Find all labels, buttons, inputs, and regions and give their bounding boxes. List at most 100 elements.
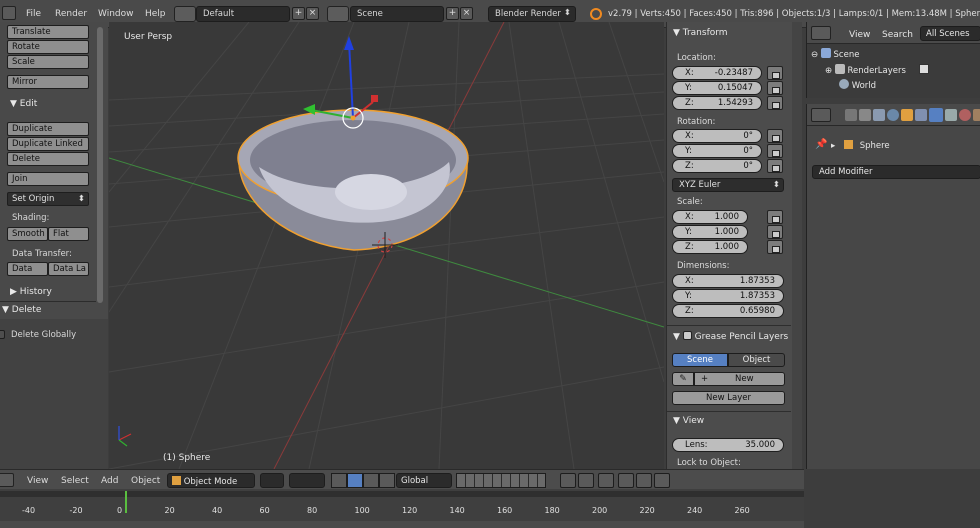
- lock-icon[interactable]: [767, 159, 783, 173]
- smooth-button[interactable]: Smooth: [7, 227, 48, 241]
- menu-file[interactable]: File: [26, 9, 41, 19]
- rotation-mode-select[interactable]: XYZ Euler ⬍: [672, 178, 784, 192]
- outliner-view-menu[interactable]: View: [849, 30, 870, 40]
- remove-scene-button[interactable]: ×: [460, 7, 473, 20]
- add-modifier-select[interactable]: Add Modifier: [812, 165, 980, 179]
- new-grease-pencil-button[interactable]: + New: [694, 372, 785, 386]
- rotate-manipulator-icon[interactable]: [363, 473, 379, 488]
- rotation-z-field[interactable]: Z: 0°: [672, 159, 762, 173]
- collapse-icon[interactable]: ⊖: [811, 50, 818, 60]
- join-button[interactable]: Join: [7, 172, 89, 186]
- tab-scene[interactable]: Scene: [672, 353, 728, 367]
- location-x-field[interactable]: X: -0.23487: [672, 66, 762, 80]
- outliner-world-item[interactable]: World: [839, 79, 876, 91]
- expand-icon[interactable]: ⊕: [825, 66, 832, 76]
- lock-icon[interactable]: [767, 144, 783, 158]
- pivot-point-select[interactable]: [289, 473, 325, 488]
- editor-type-icon[interactable]: [811, 26, 831, 40]
- edit-panel-header[interactable]: ▼ Edit: [10, 99, 37, 109]
- layer-buttons[interactable]: [456, 473, 546, 488]
- camera-icon[interactable]: [918, 64, 929, 74]
- grease-pencil-checkbox[interactable]: [682, 331, 692, 340]
- screen-layout-icon[interactable]: [174, 6, 196, 22]
- lens-field[interactable]: Lens: 35.000: [672, 438, 784, 452]
- opengl-render-icon[interactable]: [654, 473, 670, 488]
- lock-icon[interactable]: [767, 129, 783, 143]
- constraints-tab-icon[interactable]: [915, 109, 927, 121]
- render-engine-select[interactable]: Blender Render ⬍: [488, 6, 576, 22]
- 3d-viewport[interactable]: User Persp (1) Sphere: [109, 22, 664, 469]
- duplicate-button[interactable]: Duplicate: [7, 122, 89, 136]
- translate-button[interactable]: Translate: [7, 25, 89, 39]
- pin-icon[interactable]: 📌: [815, 139, 827, 150]
- right-panel-scrollbar[interactable]: [792, 22, 802, 469]
- delete-operator-header[interactable]: ▼ Delete: [2, 305, 41, 315]
- scale-y-field[interactable]: Y: 1.000: [672, 225, 748, 239]
- proportional-edit-icon[interactable]: [598, 473, 614, 488]
- view-panel-header[interactable]: ▼ View: [673, 416, 704, 426]
- display-mode-select[interactable]: All Scenes: [920, 26, 980, 41]
- scene-field[interactable]: Scene: [350, 6, 444, 22]
- select-menu[interactable]: Select: [61, 476, 89, 486]
- data-tab-icon[interactable]: [945, 109, 957, 121]
- editor-type-icon[interactable]: [811, 108, 831, 122]
- rotation-y-field[interactable]: Y: 0°: [672, 144, 762, 158]
- data-button[interactable]: Data: [7, 262, 48, 276]
- lock-icon[interactable]: [767, 66, 783, 80]
- delete-globally-checkbox[interactable]: [0, 330, 5, 339]
- scale-z-field[interactable]: Z: 1.000: [672, 240, 748, 254]
- screen-layout-field[interactable]: Default: [196, 6, 290, 22]
- snap-element-icon[interactable]: [578, 473, 594, 488]
- location-y-field[interactable]: Y: 0.15047: [672, 81, 762, 95]
- duplicate-linked-button[interactable]: Duplicate Linked: [7, 137, 89, 151]
- render-preview-icon[interactable]: [618, 473, 634, 488]
- add-layout-button[interactable]: +: [292, 7, 305, 20]
- timeline-scrollbar[interactable]: [0, 491, 804, 497]
- render-animation-icon[interactable]: [636, 473, 652, 488]
- tab-object[interactable]: Object: [728, 353, 785, 367]
- lock-icon[interactable]: [767, 81, 783, 95]
- texture-tab-icon[interactable]: [973, 109, 980, 121]
- dimension-y-field[interactable]: Y: 1.87353: [672, 289, 784, 303]
- dimension-z-field[interactable]: Z: 0.65980: [672, 304, 784, 318]
- toolshelf-scrollbar[interactable]: [97, 27, 103, 303]
- flat-button[interactable]: Flat: [48, 227, 89, 241]
- new-layer-button[interactable]: New Layer: [672, 391, 785, 405]
- current-frame-indicator[interactable]: [125, 491, 127, 513]
- outliner-search-menu[interactable]: Search: [882, 30, 913, 40]
- location-z-field[interactable]: Z: 1.54293: [672, 96, 762, 110]
- dimension-x-field[interactable]: X: 1.87353: [672, 274, 784, 288]
- lock-icon[interactable]: [767, 96, 783, 110]
- object-tab-icon[interactable]: [901, 109, 913, 121]
- lock-icon[interactable]: [767, 240, 783, 254]
- modifiers-tab-icon[interactable]: [929, 108, 943, 122]
- viewport-shading-select[interactable]: [260, 473, 284, 488]
- render-tab-icon[interactable]: [845, 109, 857, 121]
- rotation-x-field[interactable]: X: 0°: [672, 129, 762, 143]
- scale-button[interactable]: Scale: [7, 55, 89, 69]
- grease-pencil-panel-header[interactable]: ▼ Grease Pencil Layers: [673, 331, 788, 342]
- editor-type-icon[interactable]: [2, 6, 16, 20]
- translate-manipulator-icon[interactable]: [347, 473, 363, 488]
- transform-panel-header[interactable]: ▼ Transform: [673, 28, 728, 38]
- material-tab-icon[interactable]: [959, 109, 971, 121]
- delete-button[interactable]: Delete: [7, 152, 89, 166]
- grease-pencil-icon[interactable]: ✎: [672, 372, 694, 386]
- menu-render[interactable]: Render: [55, 9, 87, 19]
- render-layers-tab-icon[interactable]: [859, 109, 871, 121]
- outliner-renderlayers-item[interactable]: ⊕ RenderLayers: [825, 64, 929, 76]
- add-scene-button[interactable]: +: [446, 7, 459, 20]
- lock-icon[interactable]: [767, 225, 783, 239]
- set-origin-select[interactable]: Set Origin ⬍: [7, 192, 89, 206]
- scale-manipulator-icon[interactable]: [379, 473, 395, 488]
- manipulator-toggle-icon[interactable]: [331, 473, 347, 488]
- timeline[interactable]: -40 -20 0 20 40 60 80 100 120 140 160 180 200 220 240 2…: [0, 489, 804, 528]
- scene-icon[interactable]: [327, 6, 349, 22]
- remove-layout-button[interactable]: ×: [306, 7, 319, 20]
- history-panel-header[interactable]: ▶ History: [10, 287, 52, 297]
- mirror-button[interactable]: Mirror: [7, 75, 89, 89]
- add-menu[interactable]: Add: [101, 476, 118, 486]
- lock-icon[interactable]: [767, 210, 783, 224]
- editor-type-icon[interactable]: [0, 473, 14, 487]
- menu-window[interactable]: Window: [98, 9, 134, 19]
